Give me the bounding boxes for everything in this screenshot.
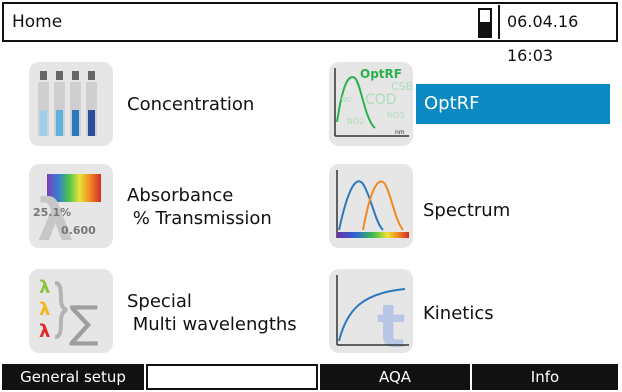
kinetics-icon[interactable]: t bbox=[329, 269, 413, 362]
optrf-icon[interactable]: OptRF CSB COD NO NO3 NO2 nm bbox=[329, 62, 413, 146]
softkey-general-setup[interactable]: General setup bbox=[2, 364, 144, 390]
optrf-menu-item[interactable]: OptRF bbox=[416, 84, 610, 124]
kinetics-label[interactable]: Kinetics bbox=[423, 302, 494, 325]
optrf-icon-param: NO2 bbox=[347, 117, 364, 126]
softkey-info[interactable]: Info bbox=[472, 364, 618, 390]
optrf-icon-unit: nm bbox=[395, 129, 405, 136]
special-label[interactable]: Special Multi wavelengths bbox=[127, 290, 297, 336]
concentration-icon[interactable] bbox=[29, 62, 113, 146]
absorbance-icon-value: 0.600 bbox=[61, 224, 96, 237]
softkey-aqa[interactable]: AQA bbox=[320, 364, 470, 390]
special-icon[interactable]: λ λ λ ∑ bbox=[29, 269, 113, 353]
optrf-icon-title: OptRF bbox=[360, 67, 402, 81]
softkey-bar: General setup AQA Info bbox=[2, 364, 620, 390]
concentration-label[interactable]: Concentration bbox=[127, 93, 254, 116]
lambda-glyph: λ bbox=[39, 321, 50, 342]
absorbance-icon-percent: 25.1% bbox=[33, 206, 71, 219]
battery-level bbox=[480, 21, 490, 36]
battery-icon bbox=[478, 8, 492, 38]
lambda-glyph: λ bbox=[39, 299, 50, 320]
optrf-icon-param: COD bbox=[365, 92, 397, 108]
optrf-icon-param: NO bbox=[341, 96, 352, 104]
softkey-empty[interactable] bbox=[146, 364, 318, 390]
absorbance-icon[interactable]: λ 25.1% 0.600 bbox=[29, 164, 113, 254]
sigma-glyph: ∑ bbox=[69, 297, 99, 348]
instrument-screen: Home 06.04.16 16:03 Concentration OptRF … bbox=[2, 2, 620, 390]
lambda-glyph: λ bbox=[39, 277, 50, 298]
page-title: Home bbox=[12, 12, 63, 32]
header-bar: Home 06.04.16 16:03 bbox=[2, 2, 618, 65]
kinetics-icon-letter: t bbox=[377, 292, 406, 353]
optrf-icon-param: NO3 bbox=[387, 111, 404, 120]
spectrum-label[interactable]: Spectrum bbox=[423, 199, 510, 222]
datetime-display: 06.04.16 16:03 bbox=[498, 5, 616, 65]
absorbance-label[interactable]: Absorbance % Transmission bbox=[127, 184, 272, 230]
spectrum-icon[interactable] bbox=[329, 164, 413, 248]
